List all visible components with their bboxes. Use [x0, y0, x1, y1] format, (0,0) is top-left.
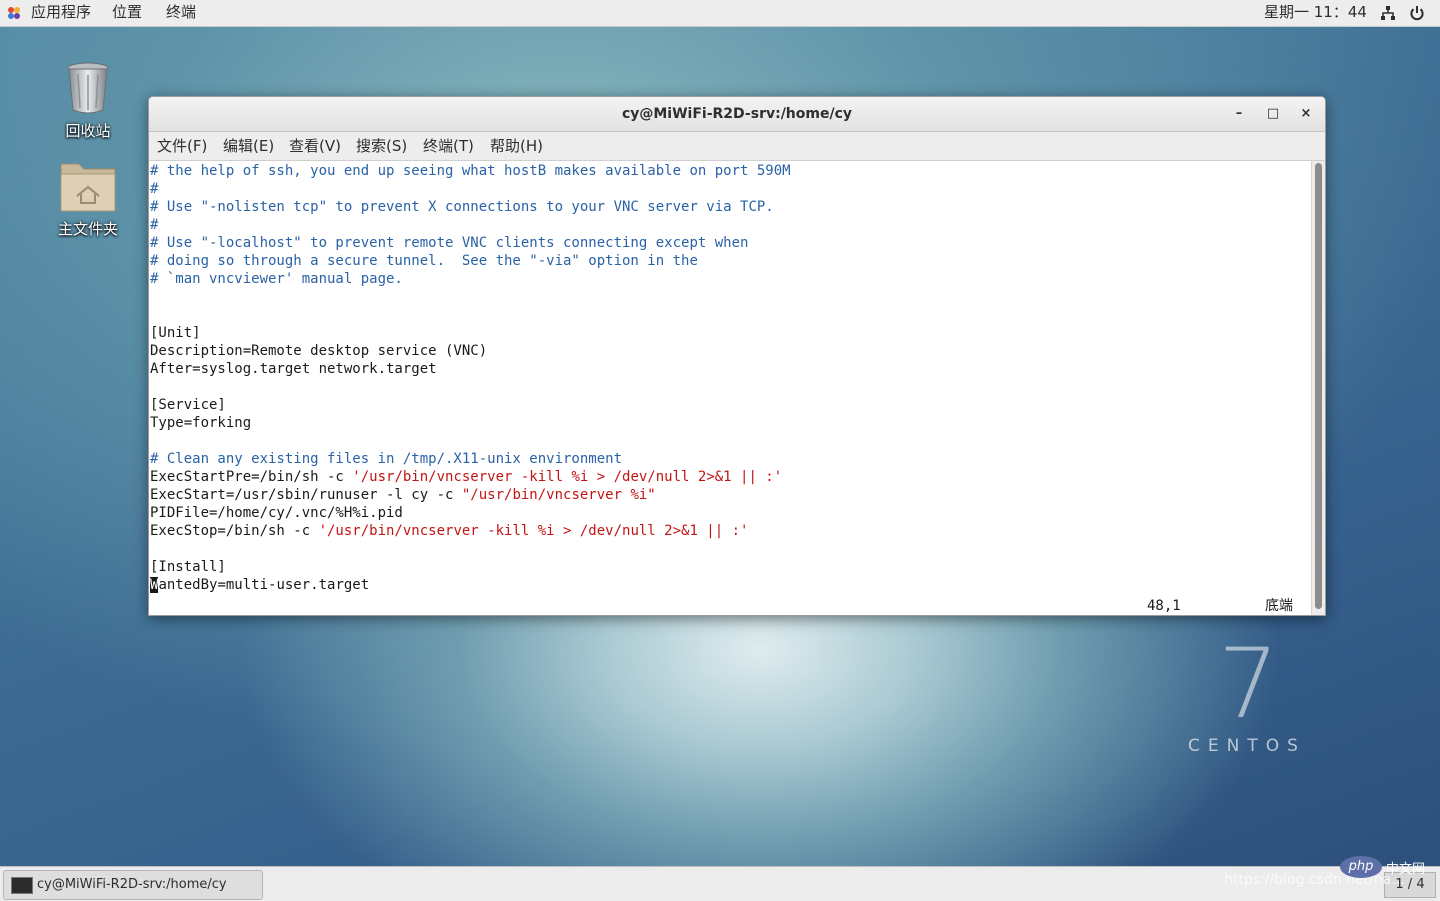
php-logo-text: 中文网: [1386, 862, 1426, 877]
clock[interactable]: 星期一 11：44: [1264, 0, 1367, 26]
places-menu[interactable]: 位置: [112, 0, 142, 26]
terminal-line: After=syslog.target network.target: [150, 361, 437, 377]
terminal-line-string: "/usr/bin/vncserver %i": [461, 487, 656, 503]
terminal-line-code: ExecStop=/bin/sh -c: [150, 523, 319, 539]
terminal-line: # Clean any existing files in /tmp/.X11-…: [150, 451, 623, 467]
window-title: cy@MiWiFi-R2D-srv:/home/cy: [621, 106, 853, 122]
terminal-line: PIDFile=/home/cy/.vnc/%H%i.pid: [150, 505, 403, 521]
terminal-line: #: [150, 181, 159, 197]
taskbar-item-label: cy@MiWiFi-R2D-srv:/home/cy: [37, 877, 227, 892]
menu-search[interactable]: 搜索(S): [356, 132, 407, 160]
menu-file[interactable]: 文件(F): [157, 132, 207, 160]
top-panel: 应用程序 位置 终端 星期一 11：44: [0, 0, 1440, 27]
terminal-line: [Service]: [150, 397, 226, 413]
terminal-line-string: '/usr/bin/vncserver -kill %i > /dev/null…: [352, 469, 783, 485]
scroll-state: 底端: [1265, 598, 1293, 614]
maximize-button[interactable]: □: [1264, 105, 1282, 123]
menu-edit[interactable]: 编辑(E): [223, 132, 274, 160]
terminal-line: # doing so through a secure tunnel. See …: [150, 253, 698, 269]
centos-name: CENTOS: [1188, 736, 1306, 756]
terminal-line: # the help of ssh, you end up seeing wha…: [150, 163, 791, 179]
taskbar-terminal-item[interactable]: cy@MiWiFi-R2D-srv:/home/cy: [3, 870, 263, 900]
applications-menu[interactable]: 应用程序: [31, 0, 91, 26]
terminal-line: Description=Remote desktop service (VNC): [150, 343, 488, 359]
terminal-line-code: ExecStart=/usr/sbin/runuser -l cy -c: [150, 487, 462, 503]
close-button[interactable]: ×: [1297, 105, 1315, 123]
terminal-line: Type=forking: [150, 415, 252, 431]
desktop-trash[interactable]: 回收站: [43, 60, 133, 141]
terminal-scrollbar[interactable]: [1311, 161, 1325, 615]
menu-terminal[interactable]: 终端(T): [423, 132, 474, 160]
menu-view[interactable]: 查看(V): [289, 132, 341, 160]
terminal-line: ExecStop=/bin/sh -c '/usr/bin/vncserver …: [150, 522, 748, 540]
trash-label: 回收站: [65, 122, 111, 140]
home-folder-label: 主文件夹: [57, 220, 118, 238]
terminal-app-menu[interactable]: 终端: [166, 0, 196, 26]
terminal-line-code: ExecStartPre=/bin/sh -c: [150, 469, 353, 485]
menu-help[interactable]: 帮助(H): [490, 132, 543, 160]
php-logo: php: [1340, 856, 1382, 878]
terminal-line: ExecStart=/usr/sbin/runuser -l cy -c "/u…: [150, 486, 656, 504]
window-titlebar[interactable]: cy@MiWiFi-R2D-srv:/home/cy – □ ×: [149, 97, 1325, 132]
terminal-window[interactable]: cy@MiWiFi-R2D-srv:/home/cy – □ × 文件(F) 编…: [148, 96, 1326, 616]
terminal-line: # Use "-localhost" to prevent remote VNC…: [150, 235, 749, 251]
terminal-line: # `man vncviewer' manual page.: [150, 271, 403, 287]
terminal-line: ExecStartPre=/bin/sh -c '/usr/bin/vncser…: [150, 468, 782, 486]
power-icon[interactable]: [1409, 5, 1425, 21]
terminal-line: [Unit]: [150, 325, 201, 341]
terminal-line: #: [150, 217, 159, 233]
home-folder-icon: [60, 163, 116, 212]
network-icon[interactable]: [1380, 6, 1396, 21]
terminal-line-string: '/usr/bin/vncserver -kill %i > /dev/null…: [318, 523, 749, 539]
terminal-line-rest: antedBy=multi-user.target: [158, 577, 370, 593]
terminal-content[interactable]: 48,1 底端 # the help of ssh, you end up se…: [149, 161, 1311, 615]
scrollbar-thumb[interactable]: [1315, 163, 1322, 609]
terminal-line: # Use "-nolisten tcp" to prevent X conne…: [150, 199, 774, 215]
minimize-button[interactable]: –: [1230, 105, 1248, 123]
terminal-icon: [11, 877, 33, 894]
desktop-home-folder[interactable]: 主文件夹: [43, 158, 133, 239]
applications-icon[interactable]: [7, 6, 21, 20]
terminal-line: WantedBy=multi-user.target: [150, 576, 369, 594]
terminal-line: [Install]: [150, 559, 226, 575]
trash-icon: [67, 62, 109, 114]
window-menubar: 文件(F) 编辑(E) 查看(V) 搜索(S) 终端(T) 帮助(H): [149, 132, 1325, 161]
watermark: https://blog.csdn.net/na...: [1224, 872, 1405, 888]
cursor-position: 48,1: [1147, 598, 1181, 614]
centos-version: 7: [1218, 628, 1280, 740]
